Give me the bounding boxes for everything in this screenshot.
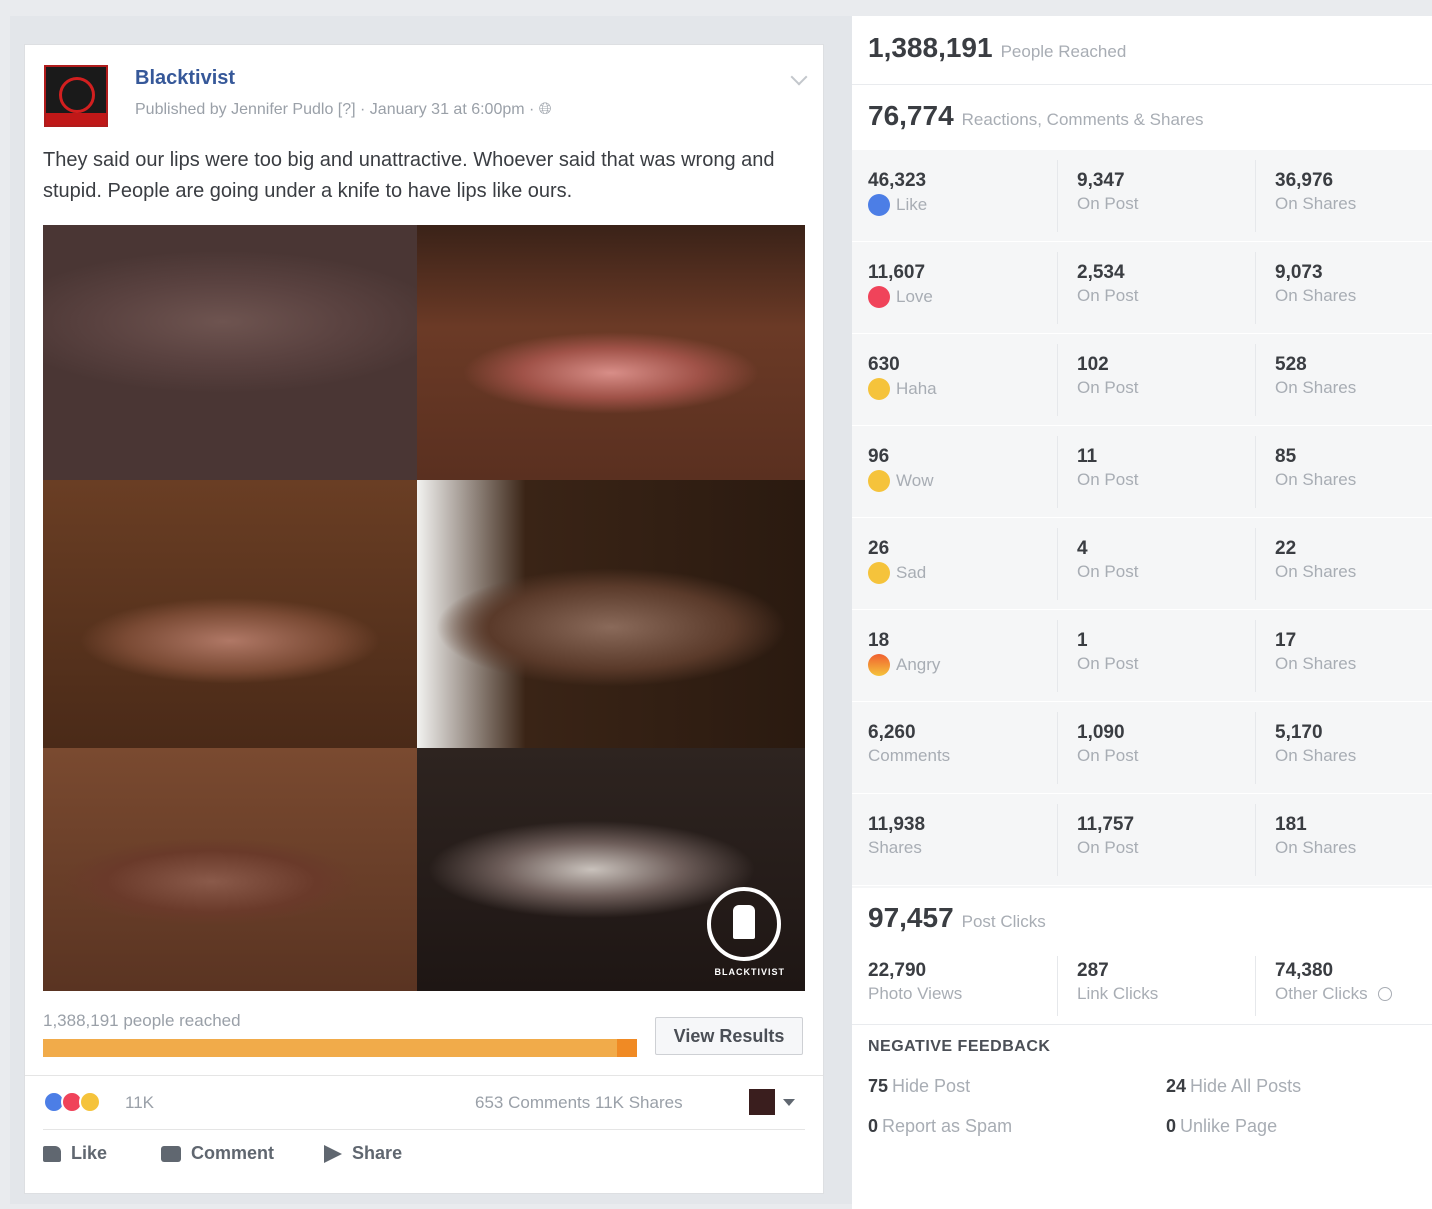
haha-icon — [868, 378, 890, 400]
page-name-link[interactable]: Blacktivist — [135, 67, 235, 90]
caret-down-icon[interactable] — [783, 1099, 795, 1106]
on-post-cell: 1 On Post — [1077, 630, 1139, 673]
breakdown-row: 96 Wow 11 On Post 85 On Shares — [852, 426, 1432, 518]
breakdown-row: 11,938 Shares 11,757 On Post 181 On Shar… — [852, 794, 1432, 886]
negative-feedback-title: NEGATIVE FEEDBACK — [868, 1038, 1051, 1055]
total-cell: 18 Angry — [868, 630, 941, 676]
post-clicks-stat: 97,457 Post Clicks — [868, 902, 1046, 933]
on-shares-cell: 17 On Shares — [1275, 630, 1357, 673]
engagement-stat: 76,774 Reactions, Comments & Shares — [868, 100, 1204, 131]
divider — [25, 1075, 823, 1076]
insights-panel: 1,388,191 People Reached 76,774 Reactions,… — [852, 16, 1432, 1209]
fist-logo-icon — [707, 887, 781, 961]
share-arrow-icon — [324, 1144, 343, 1163]
share-as-avatar[interactable] — [749, 1089, 775, 1115]
breakdown-row: 11,607 Love 2,534 On Post 9,073 On Share… — [852, 242, 1432, 334]
on-post-cell: 1,090 On Post — [1077, 722, 1139, 765]
other-clicks-stat: 74,380 Other Clicks — [1275, 960, 1392, 1004]
breakdown-row: 46,323 Like 9,347 On Post 36,976 On Shar… — [852, 150, 1432, 242]
photo-lips-3[interactable] — [43, 480, 417, 748]
total-cell: 11,607 Love — [868, 262, 933, 308]
total-cell: 6,260 Comments — [868, 722, 951, 765]
reach-progress-bar — [43, 1039, 637, 1057]
photo-lips-1[interactable] — [43, 225, 417, 480]
comment-icon — [161, 1145, 182, 1162]
chevron-down-icon[interactable] — [790, 68, 808, 86]
post-panel: Blacktivist Published by Jennifer Pudlo … — [10, 16, 852, 1204]
post-card: Blacktivist Published by Jennifer Pudlo … — [24, 44, 824, 1194]
on-post-cell: 102 On Post — [1077, 354, 1139, 397]
sad-icon — [868, 562, 890, 584]
share-button[interactable]: Share — [324, 1143, 402, 1164]
globe-icon: 🌐︎ — [538, 101, 552, 118]
photo-lips-6[interactable]: BLACKTIVIST — [417, 748, 805, 991]
page-avatar[interactable] — [44, 65, 108, 127]
view-results-button[interactable]: View Results — [655, 1017, 803, 1055]
info-icon[interactable] — [1377, 987, 1392, 1001]
like-button[interactable]: Like — [43, 1143, 107, 1164]
people-reached-stat: 1,388,191 People Reached — [868, 32, 1127, 63]
on-shares-cell: 5,170 On Shares — [1275, 722, 1357, 765]
haha-reaction-icon — [79, 1091, 101, 1113]
total-cell: 630 Haha — [868, 354, 937, 400]
report-spam-stat: 0 Report as Spam — [868, 1116, 1013, 1136]
on-post-cell: 4 On Post — [1077, 538, 1139, 581]
wow-icon — [868, 470, 890, 492]
on-post-cell: 2,534 On Post — [1077, 262, 1139, 305]
logo-wordmark: BLACKTIVIST — [714, 967, 785, 977]
unlike-page-stat: 0 Unlike Page — [1166, 1116, 1278, 1136]
breakdown-row: 6,260 Comments 1,090 On Post 5,170 On Sh… — [852, 702, 1432, 794]
on-post-cell: 11,757 On Post — [1077, 814, 1139, 857]
total-cell: 96 Wow — [868, 446, 934, 492]
clicks-breakdown: 22,790 Photo Views 287 Link Clicks 74,380 O… — [852, 956, 1432, 1020]
on-shares-cell: 528 On Shares — [1275, 354, 1357, 397]
post-text: They said our lips were too big and unat… — [43, 149, 775, 202]
total-cell: 26 Sad — [868, 538, 927, 584]
reaction-count[interactable]: 11K — [125, 1093, 154, 1113]
on-shares-cell: 22 On Shares — [1275, 538, 1357, 581]
breakdown-row: 630 Haha 102 On Post 528 On Shares — [852, 334, 1432, 426]
photo-views-stat: 22,790 Photo Views — [868, 960, 963, 1003]
hide-all-posts-stat: 24 Hide All Posts — [1166, 1076, 1302, 1096]
on-post-cell: 9,347 On Post — [1077, 170, 1139, 213]
like-icon — [868, 194, 890, 216]
divider — [43, 1129, 805, 1130]
photo-lips-4[interactable] — [417, 480, 805, 748]
on-post-cell: 11 On Post — [1077, 446, 1139, 489]
logo-ring-icon — [59, 77, 95, 113]
reach-text: 1,388,191 people reached — [43, 1011, 241, 1030]
on-shares-cell: 9,073 On Shares — [1275, 262, 1357, 305]
breakdown-row: 26 Sad 4 On Post 22 On Shares — [852, 518, 1432, 610]
comments-shares-count[interactable]: 653 Comments 11K Shares — [475, 1093, 683, 1113]
engagement-breakdown: 46,323 Like 9,347 On Post 36,976 On Shar… — [852, 150, 1432, 888]
total-cell: 11,938 Shares — [868, 814, 926, 857]
on-shares-cell: 36,976 On Shares — [1275, 170, 1357, 213]
reaction-icons[interactable] — [43, 1091, 101, 1113]
love-icon — [868, 286, 890, 308]
photo-lips-5[interactable] — [43, 748, 417, 991]
angry-icon — [868, 654, 890, 676]
on-shares-cell: 85 On Shares — [1275, 446, 1357, 489]
hide-post-stat: 75 Hide Post — [868, 1076, 971, 1096]
comment-button[interactable]: Comment — [161, 1143, 274, 1164]
post-meta: Published by Jennifer Pudlo [?] · Januar… — [135, 101, 552, 118]
on-shares-cell: 181 On Shares — [1275, 814, 1357, 857]
total-cell: 46,323 Like — [868, 170, 928, 216]
photo-lips-2[interactable] — [417, 225, 805, 480]
photo-grid[interactable]: BLACKTIVIST — [43, 225, 805, 991]
thumbs-up-icon — [43, 1145, 61, 1162]
breakdown-row: 18 Angry 1 On Post 17 On Shares — [852, 610, 1432, 702]
link-clicks-stat: 287 Link Clicks — [1077, 960, 1159, 1003]
post-actions: Like Comment Share — [43, 1143, 402, 1164]
